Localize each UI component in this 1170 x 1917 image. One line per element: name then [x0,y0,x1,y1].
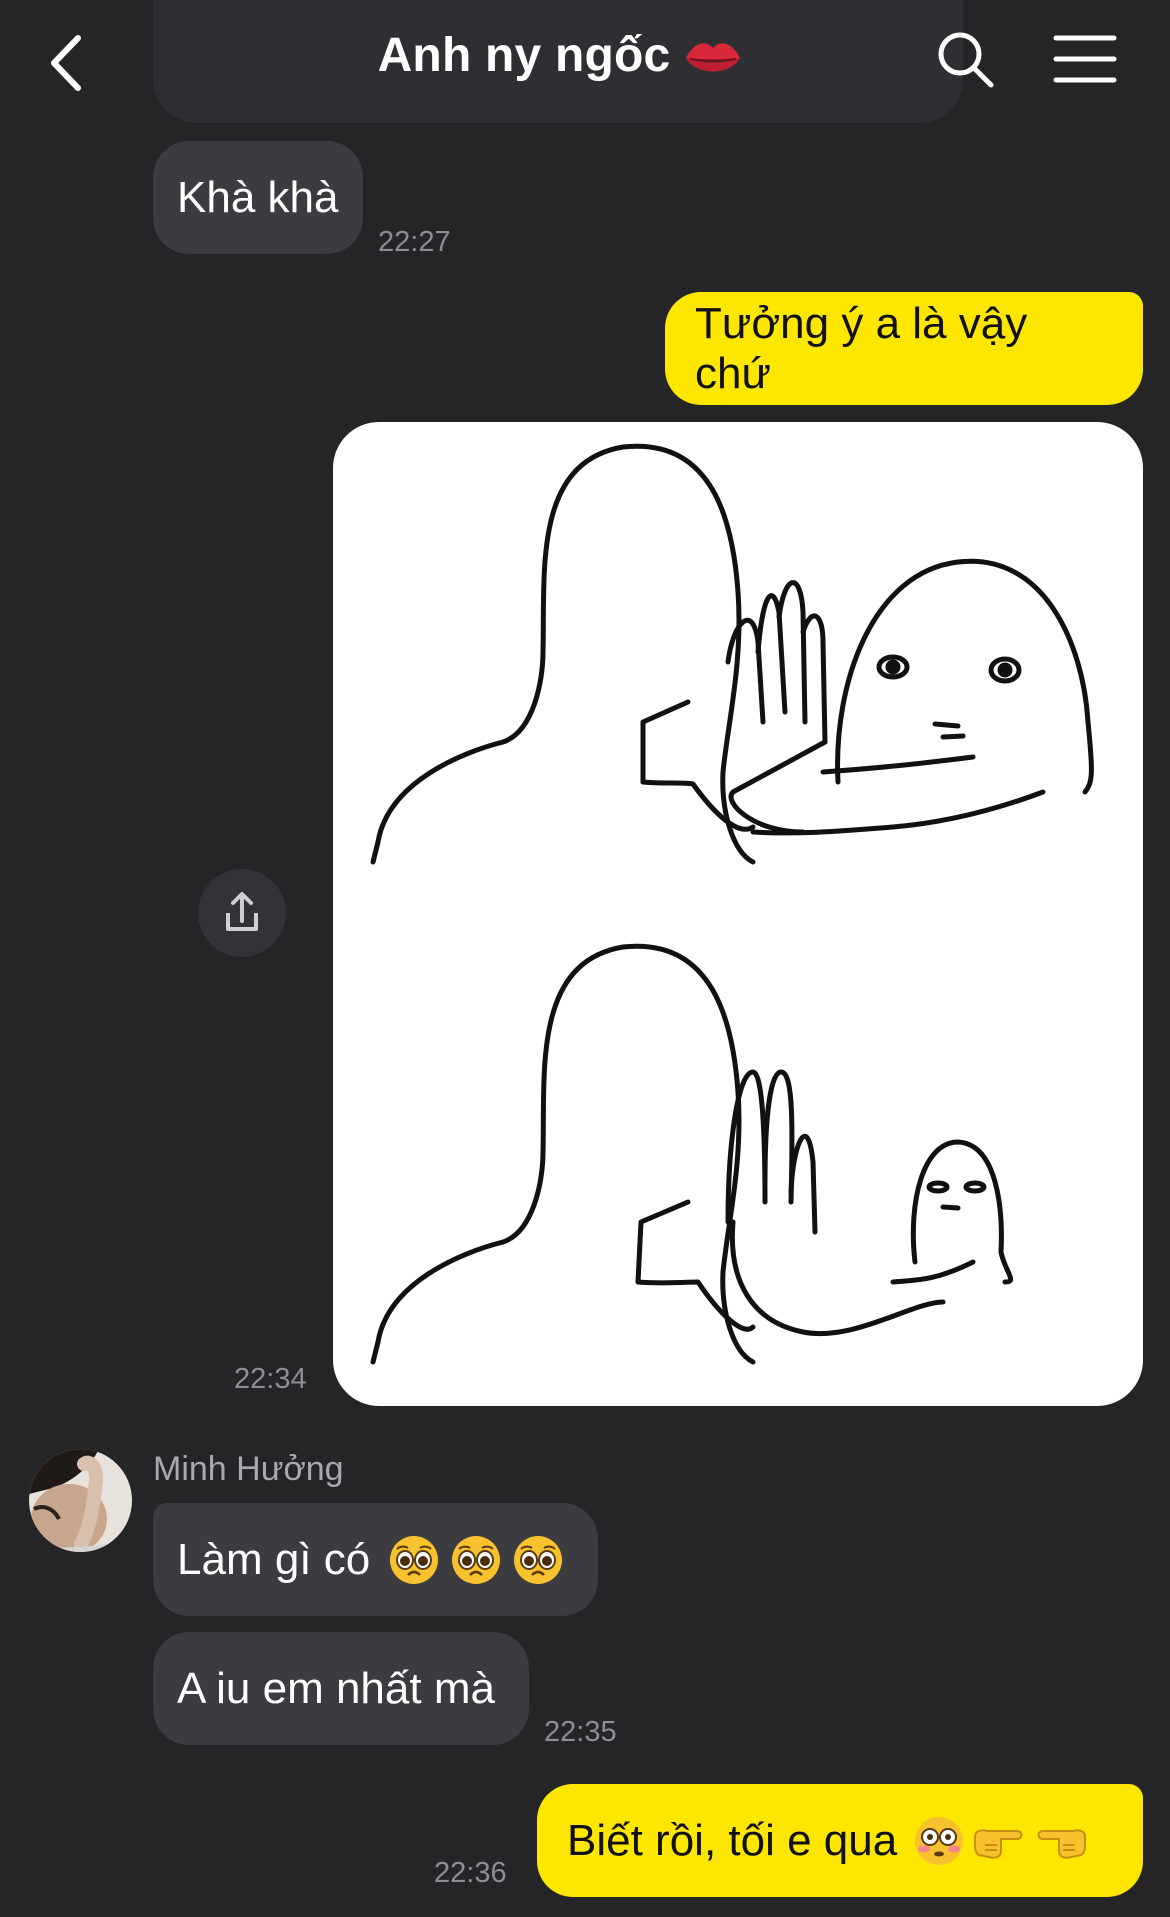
pleading-face-icon [514,1535,563,1584]
message-bubble-incoming[interactable]: Làm gì có [153,1503,598,1616]
sender-name: Minh Hưởng [153,1450,344,1488]
message-text: A iu em nhất mà [177,1663,495,1713]
avatar-image [29,1449,132,1552]
flushed-face-icon [915,1816,964,1865]
message-time: 22:35 [544,1716,617,1748]
message-bubble-outgoing[interactable]: Biết rồi, tối e qua [537,1784,1143,1897]
image-message[interactable] [333,422,1143,1406]
pleading-face-icon [390,1535,439,1584]
pointing-right-icon [974,1828,1023,1859]
message-time: 22:27 [378,226,451,258]
message-bubble-incoming[interactable]: A iu em nhất mà [153,1632,529,1745]
back-chevron-icon [51,35,81,91]
message-time: 22:34 [234,1363,307,1395]
share-icon [226,892,258,931]
message-time: 22:36 [434,1857,507,1889]
message-text: Biết rồi, tối e qua [567,1815,898,1865]
pleading-face-icon [452,1535,501,1584]
share-button[interactable] [198,869,286,957]
chat-title: Anh ny ngốc [240,28,880,83]
menu-button[interactable] [1052,32,1118,86]
message-text: Khà khà [177,172,339,222]
menu-icon [1053,35,1117,83]
search-button[interactable] [934,28,996,90]
search-icon [938,32,994,88]
lips-icon [684,37,742,79]
message-bubble-outgoing[interactable]: Tưởng ý a là vậy chứ [665,292,1143,405]
back-button[interactable] [44,28,94,98]
message-text: Tưởng ý a là vậy chứ [695,298,1028,398]
meme-image [370,443,1094,1365]
avatar[interactable] [29,1449,132,1552]
message-bubble-incoming[interactable]: Khà khà [153,141,363,254]
message-text: Làm gì có [177,1534,371,1584]
pointing-left-icon [1037,1828,1087,1859]
